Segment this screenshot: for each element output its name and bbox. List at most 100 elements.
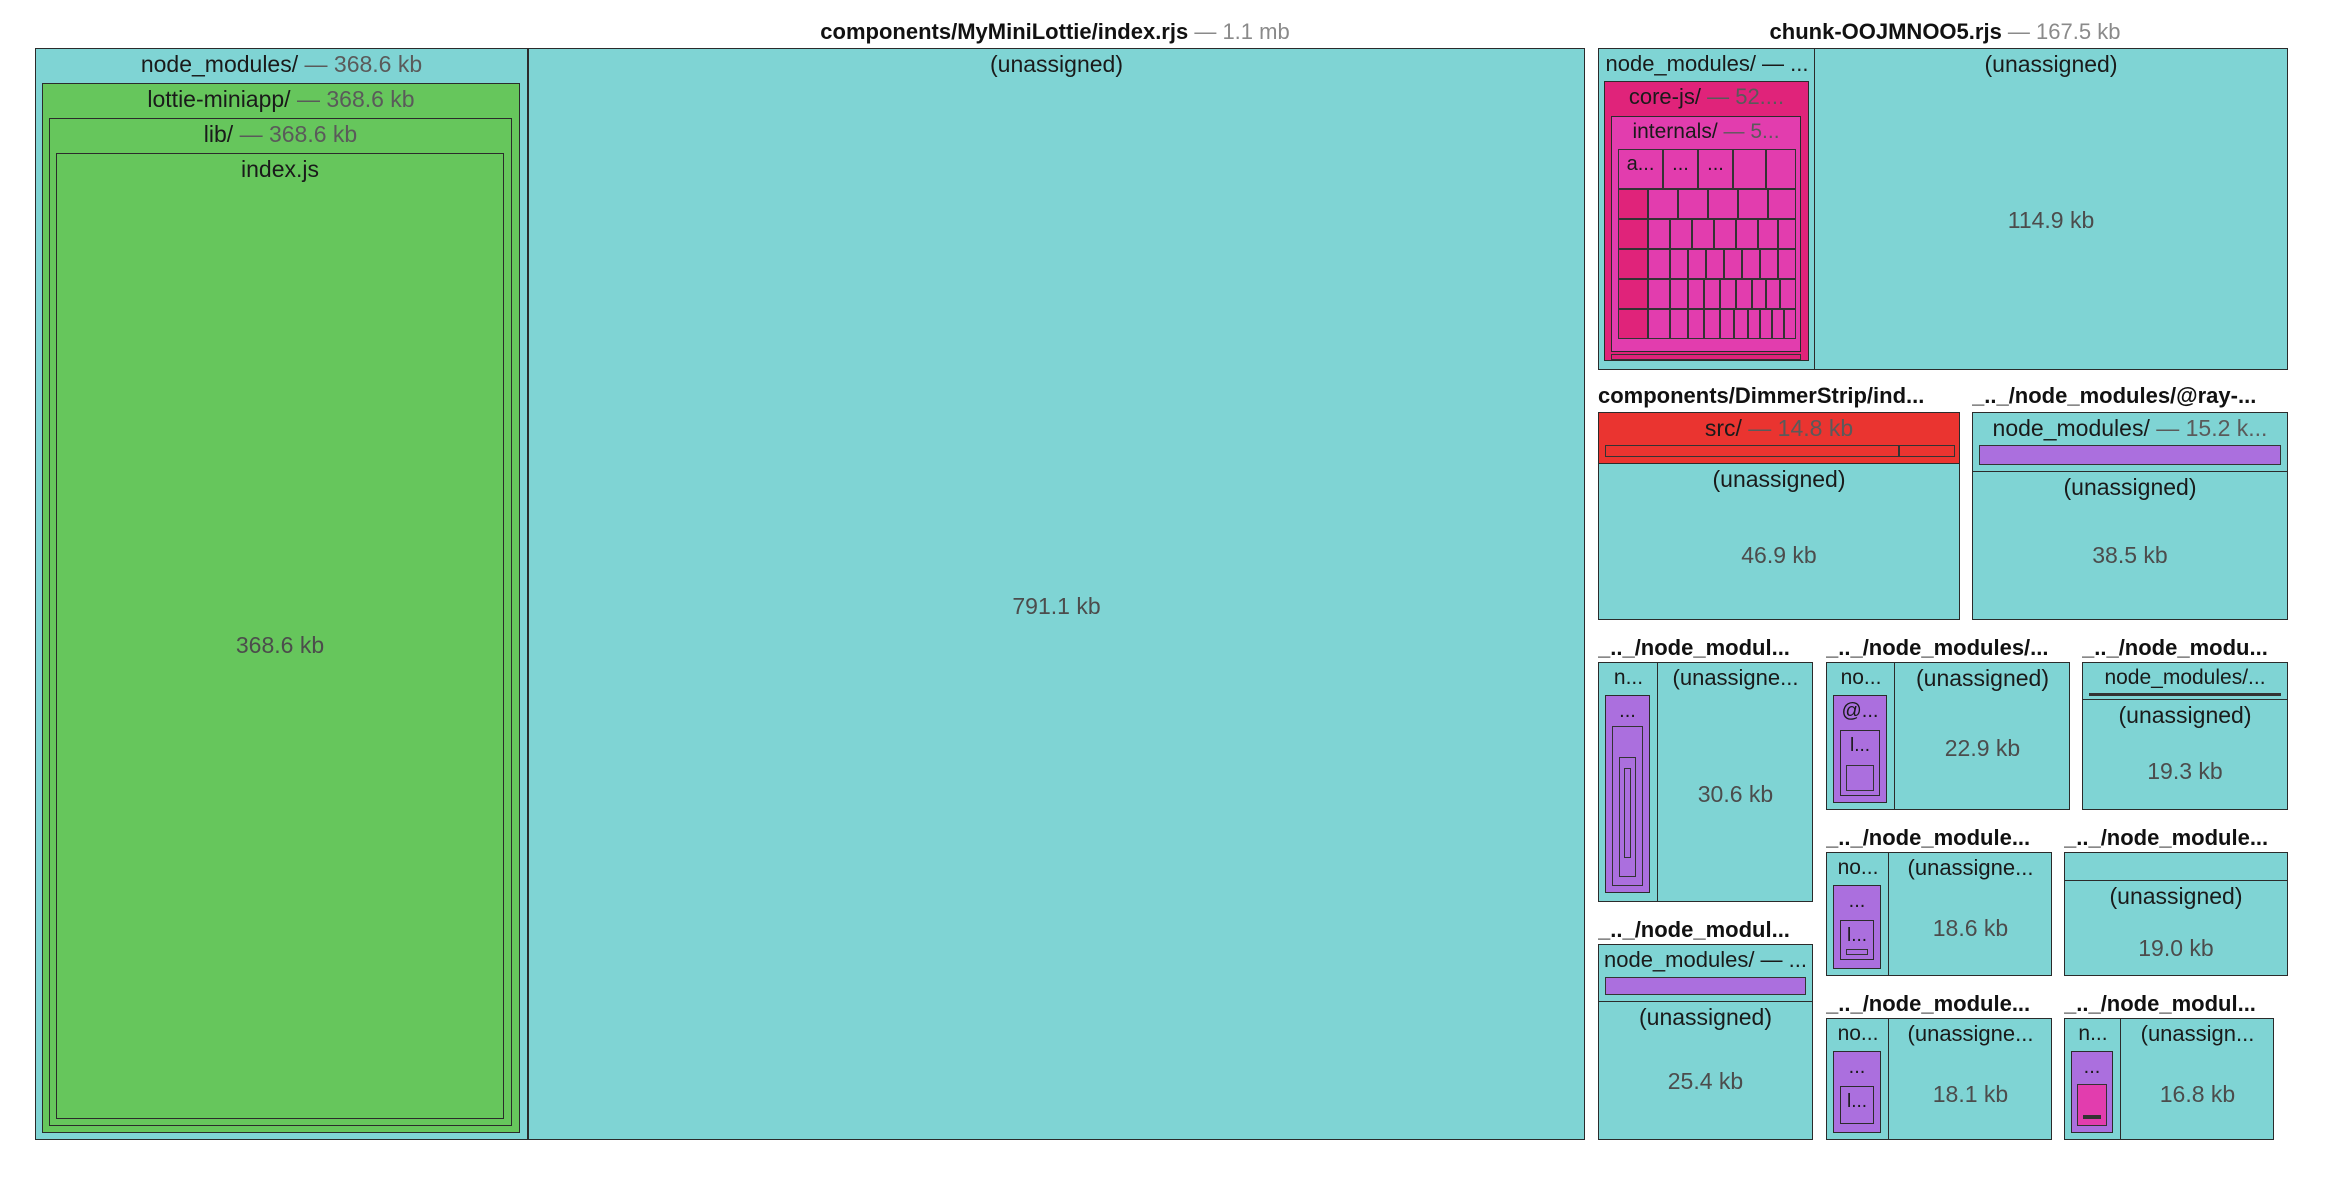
g11-no-box[interactable]: no...... l... xyxy=(1827,1019,1890,1139)
g9-top-strip[interactable] xyxy=(2065,853,2287,882)
internals-cell[interactable] xyxy=(1618,219,1648,249)
g6-no-box[interactable]: no... @... l... xyxy=(1827,663,1896,809)
internals-cell[interactable] xyxy=(1618,309,1648,339)
g12-dots-box[interactable]: ... xyxy=(2071,1051,2113,1133)
g2-unassigned-box[interactable]: (unassigned) 114.9 kb xyxy=(1814,49,2287,369)
internals-cell[interactable] xyxy=(1724,249,1742,279)
internals-cell[interactable] xyxy=(1692,219,1714,249)
g5-n-box[interactable]: n...... xyxy=(1599,663,1659,901)
internals-cell[interactable] xyxy=(1708,189,1738,219)
g2-c-box[interactable]: ... xyxy=(1698,149,1733,189)
g8-unassigned-box[interactable]: (unassigne... 18.6 kb xyxy=(1888,853,2051,975)
g11-dots-box[interactable]: ... l... xyxy=(1833,1051,1881,1133)
g8-l-box[interactable]: l... xyxy=(1840,920,1874,960)
g1-lib-box[interactable]: lib/ — 368.6 kb index.js 368.6 kb xyxy=(49,118,512,1126)
g8-l-child[interactable] xyxy=(1846,949,1868,955)
g4-nm-box[interactable]: node_modules/ — 15.2 k... xyxy=(1973,413,2287,472)
g2-corejs-box[interactable]: core-js/ — 52.... internals/ — 5... a.....… xyxy=(1604,81,1809,361)
g5-dots-box[interactable]: ... xyxy=(1605,695,1650,893)
g6-l-box[interactable]: l... xyxy=(1840,730,1880,796)
internals-cell[interactable] xyxy=(1618,189,1648,219)
g7-unassigned-box[interactable]: (unassigned) 19.3 kb xyxy=(2083,699,2287,809)
internals-cell[interactable] xyxy=(1768,189,1796,219)
internals-cell[interactable] xyxy=(1736,279,1752,309)
internals-cell[interactable] xyxy=(1670,279,1688,309)
g5-inner-1[interactable] xyxy=(1612,726,1643,886)
internals-cell[interactable] xyxy=(1780,279,1796,309)
internals-cell[interactable] xyxy=(1648,219,1670,249)
g12-unassigned-box[interactable]: (unassign... 16.8 kb xyxy=(2120,1019,2273,1139)
internals-cell[interactable] xyxy=(1648,279,1670,309)
g3-src-box[interactable]: src/ — 14.8 kb xyxy=(1599,413,1959,464)
g3-unassigned-box[interactable]: (unassigned) 46.9 kb xyxy=(1599,463,1959,619)
internals-cell[interactable] xyxy=(1706,249,1724,279)
g6-unassigned-box[interactable]: (unassigned) 22.9 kb xyxy=(1894,663,2069,809)
g1-unassigned-box[interactable]: (unassigned) 791.1 kb xyxy=(528,48,1585,1140)
g6-l-child[interactable] xyxy=(1846,765,1874,791)
g2-b-box[interactable]: ... xyxy=(1663,149,1698,189)
internals-cell[interactable] xyxy=(1648,249,1670,279)
g12-inner[interactable] xyxy=(2077,1084,2107,1126)
internals-cell[interactable] xyxy=(1704,309,1720,339)
internals-cell[interactable] xyxy=(1760,249,1778,279)
internals-cell[interactable] xyxy=(1748,309,1760,339)
g11-l-box[interactable]: l... xyxy=(1840,1086,1874,1124)
g5-unassigned-box[interactable]: (unassigne... 30.6 kb xyxy=(1657,663,1812,901)
internals-cell[interactable] xyxy=(1778,219,1796,249)
g2-e-box[interactable] xyxy=(1766,149,1796,189)
internals-cell[interactable] xyxy=(1648,309,1670,339)
g10-nm-box[interactable]: node_modules/ — ... xyxy=(1599,945,1812,1002)
g10-unassigned-box[interactable]: (unassigned) 25.4 kb xyxy=(1599,1001,1812,1139)
internals-cell[interactable] xyxy=(1688,279,1704,309)
g7-nm-child[interactable] xyxy=(2089,693,2281,696)
g12-n-box[interactable]: n...... xyxy=(2065,1019,2122,1139)
g2-core-bottom-strip[interactable] xyxy=(1611,354,1801,360)
g10-nm-child[interactable] xyxy=(1605,977,1806,995)
g2-a-box[interactable]: a... xyxy=(1618,149,1663,189)
internals-cell[interactable] xyxy=(1760,309,1772,339)
g3-src-child-a[interactable] xyxy=(1605,445,1899,457)
internals-cell[interactable] xyxy=(1670,219,1692,249)
internals-cell[interactable] xyxy=(1720,309,1734,339)
g4-nm-child[interactable] xyxy=(1979,445,2281,465)
internals-cell[interactable] xyxy=(1688,249,1706,279)
g1-nm-box[interactable]: node_modules/ — 368.6 kb lottie-miniapp/ … xyxy=(35,48,528,1140)
internals-cell[interactable] xyxy=(1704,279,1720,309)
g6-at-box[interactable]: @... l... xyxy=(1833,695,1887,803)
internals-cell[interactable] xyxy=(1752,279,1766,309)
g1-index-label: index.js xyxy=(241,156,319,182)
internals-cell[interactable] xyxy=(1618,249,1648,279)
g11-unassigned-box[interactable]: (unassigne... 18.1 kb xyxy=(1888,1019,2051,1139)
g2-internals-box[interactable]: internals/ — 5... a......... xyxy=(1611,116,1801,352)
internals-cell[interactable] xyxy=(1618,279,1648,309)
internals-cell[interactable] xyxy=(1714,219,1736,249)
internals-cell[interactable] xyxy=(1720,279,1736,309)
internals-cell[interactable] xyxy=(1670,249,1688,279)
internals-cell[interactable] xyxy=(1738,189,1768,219)
internals-cell[interactable] xyxy=(1734,309,1748,339)
internals-cell[interactable] xyxy=(1778,249,1796,279)
g1-lottie-box[interactable]: lottie-miniapp/ — 368.6 kb lib/ — 368.6 k… xyxy=(42,83,520,1133)
g4-unassigned-box[interactable]: (unassigned) 38.5 kb xyxy=(1973,471,2287,619)
g1-index-box[interactable]: index.js 368.6 kb xyxy=(56,153,504,1119)
g5-inner-2[interactable] xyxy=(1619,757,1636,877)
internals-cell[interactable] xyxy=(1784,309,1796,339)
internals-cell[interactable] xyxy=(1648,189,1678,219)
g9-unassigned-box[interactable]: (unassigned) 19.0 kb xyxy=(2065,880,2287,975)
g3-src-child-b[interactable] xyxy=(1899,445,1955,457)
g5-inner-3[interactable] xyxy=(1624,768,1631,858)
internals-cell[interactable] xyxy=(1736,219,1758,249)
g2-nm-box[interactable]: node_modules/ — ... core-js/ — 52.... inte… xyxy=(1599,49,1816,369)
g2-d-box[interactable] xyxy=(1733,149,1766,189)
internals-cell[interactable] xyxy=(1766,279,1780,309)
internals-cell[interactable] xyxy=(1670,309,1688,339)
g12-inner-line[interactable] xyxy=(2083,1115,2101,1119)
g8-no-box[interactable]: no...... l... xyxy=(1827,853,1890,975)
g7-nm-box[interactable]: node_modules/... xyxy=(2083,663,2287,700)
internals-cell[interactable] xyxy=(1688,309,1704,339)
internals-cell[interactable] xyxy=(1772,309,1784,339)
internals-cell[interactable] xyxy=(1742,249,1760,279)
g8-dots-box[interactable]: ... l... xyxy=(1833,885,1881,969)
internals-cell[interactable] xyxy=(1678,189,1708,219)
internals-cell[interactable] xyxy=(1758,219,1778,249)
